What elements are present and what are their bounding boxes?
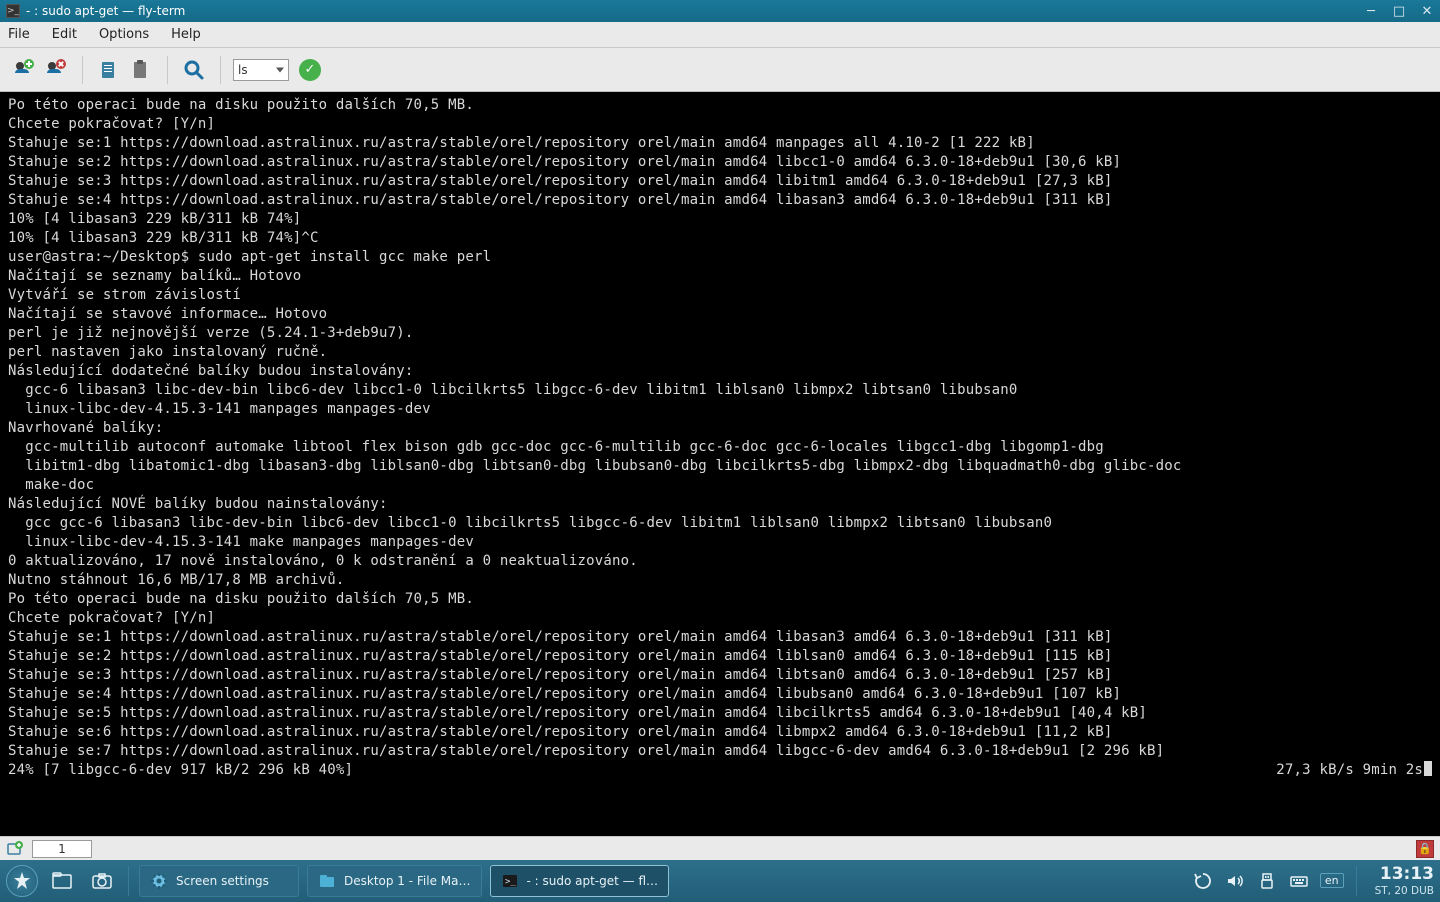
keyboard-icon[interactable] [1288,870,1310,892]
security-level-icon[interactable]: 🔒 [1416,840,1434,858]
command-combo-value: ls [238,63,248,77]
toolbar: ls ✓ [0,48,1440,92]
menu-file[interactable]: File [8,27,30,42]
task-file-manager[interactable]: Desktop 1 - File Ma… [307,865,482,897]
clock[interactable]: 13:13 ST, 20 DUB [1369,865,1434,897]
terminal-line: 10% [4 libasan3 229 kB/311 kB 74%]^C [8,229,1432,248]
file-manager-launcher[interactable] [46,865,78,897]
camera-launcher[interactable] [86,865,118,897]
usb-icon[interactable] [1256,870,1278,892]
task-file-manager-label: Desktop 1 - File Ma… [344,874,471,888]
terminal-line: Načítají se stavové informace… Hotovo [8,305,1432,324]
gear-icon [150,872,168,890]
taskbar: Screen settings Desktop 1 - File Ma… >_ … [0,860,1440,902]
terminal-icon: >_ [501,872,519,890]
terminal-line: Stahuje se:3 https://download.astralinux… [8,172,1432,191]
clock-date: ST, 20 DUB [1375,885,1434,897]
minimize-button[interactable]: ─ [1364,4,1378,18]
task-screen-settings-label: Screen settings [176,874,269,888]
terminal-line: Stahuje se:1 https://download.astralinux… [8,134,1432,153]
paste-button[interactable] [127,56,155,84]
terminal-line: Stahuje se:6 https://download.astralinux… [8,723,1432,742]
terminal-line: Následující dodatečné balíky budou insta… [8,362,1432,381]
terminal-line: linux-libc-dev-4.15.3-141 make manpages … [8,533,1432,552]
toolbar-separator [82,56,83,84]
close-session-button[interactable] [42,56,70,84]
task-terminal[interactable]: >_ - : sudo apt-get — fl… [490,865,670,897]
terminal-line: gcc-6 libasan3 libc-dev-bin libc6-dev li… [8,381,1432,400]
menu-help[interactable]: Help [171,27,201,42]
menu-options[interactable]: Options [99,27,149,42]
terminal-line: linux-libc-dev-4.15.3-141 manpages manpa… [8,400,1432,419]
terminal-line: Nutno stáhnout 16,6 MB/17,8 MB archivů. [8,571,1432,590]
keyboard-layout[interactable]: en [1320,873,1344,888]
terminal-line: Stahuje se:4 https://download.astralinux… [8,685,1432,704]
terminal-line: Následující NOVÉ balíky budou nainstalov… [8,495,1432,514]
terminal-line: gcc-multilib autoconf automake libtool f… [8,438,1432,457]
task-terminal-label: - : sudo apt-get — fl… [527,874,659,888]
taskbar-separator [128,866,129,896]
terminal-line: Stahuje se:1 https://download.astralinux… [8,628,1432,647]
terminal-line: Stahuje se:5 https://download.astralinux… [8,704,1432,723]
terminal-line: Stahuje se:2 https://download.astralinux… [8,153,1432,172]
terminal-line: Stahuje se:2 https://download.astralinux… [8,647,1432,666]
clock-time: 13:13 [1375,865,1434,885]
chevron-down-icon [276,67,284,72]
run-button[interactable]: ✓ [299,59,321,81]
update-icon[interactable] [1192,870,1214,892]
terminal-line: Chcete pokračovat? [Y/n] [8,115,1432,134]
start-menu-button[interactable] [6,865,38,897]
tab-number[interactable]: 1 [32,840,92,858]
terminal-line: Stahuje se:4 https://download.astralinux… [8,191,1432,210]
terminal-line: 10% [4 libasan3 229 kB/311 kB 74%] [8,210,1432,229]
new-session-button[interactable] [10,56,38,84]
terminal-line: Chcete pokračovat? [Y/n] [8,609,1432,628]
terminal-line: Stahuje se:3 https://download.astralinux… [8,666,1432,685]
terminal-line: perl je již nejnovější verze (5.24.1-3+d… [8,324,1432,343]
copy-button[interactable] [95,56,123,84]
terminal-line: libitm1-dbg libatomic1-dbg libasan3-dbg … [8,457,1432,476]
terminal-title-icon: >_ [6,4,20,18]
new-tab-button[interactable] [6,840,24,858]
task-screen-settings[interactable]: Screen settings [139,865,299,897]
system-tray: en 13:13 ST, 20 DUB [1192,865,1434,897]
maximize-button[interactable]: □ [1392,4,1406,18]
menu-bar: File Edit Options Help [0,22,1440,48]
terminal-line: perl nastaven jako instalovaný ručně. [8,343,1432,362]
terminal-line: gcc gcc-6 libasan3 libc-dev-bin libc6-de… [8,514,1432,533]
window-title: - : sudo apt-get — fly-term [26,4,1364,18]
tray-separator [1356,866,1357,896]
window-titlebar: >_ - : sudo apt-get — fly-term ─ □ ✕ [0,0,1440,22]
terminal-output[interactable]: Po této operaci bude na disku použito da… [0,92,1440,836]
terminal-line: user@astra:~/Desktop$ sudo apt-get insta… [8,248,1432,267]
toolbar-separator [220,56,221,84]
close-button[interactable]: ✕ [1420,4,1434,18]
volume-icon[interactable] [1224,870,1246,892]
svg-text:>_: >_ [505,877,516,887]
search-button[interactable] [180,56,208,84]
terminal-line: Po této operaci bude na disku použito da… [8,96,1432,115]
terminal-line: Po této operaci bude na disku použito da… [8,590,1432,609]
menu-edit[interactable]: Edit [52,27,77,42]
toolbar-separator [167,56,168,84]
terminal-line: Navrhované balíky: [8,419,1432,438]
command-combo[interactable]: ls [233,59,289,81]
terminal-line: Načítají se seznamy balíků… Hotovo [8,267,1432,286]
terminal-cursor [1424,761,1432,776]
terminal-line: Vytváří se strom závislostí [8,286,1432,305]
terminal-line: 0 aktualizováno, 17 nově instalováno, 0 … [8,552,1432,571]
terminal-progress-line: 24% [7 libgcc-6-dev 917 kB/2 296 kB 40%]… [8,761,1432,780]
terminal-line: Stahuje se:7 https://download.astralinux… [8,742,1432,761]
folder-icon [318,872,336,890]
terminal-line: make-doc [8,476,1432,495]
status-bar: 1 🔒 [0,836,1440,860]
